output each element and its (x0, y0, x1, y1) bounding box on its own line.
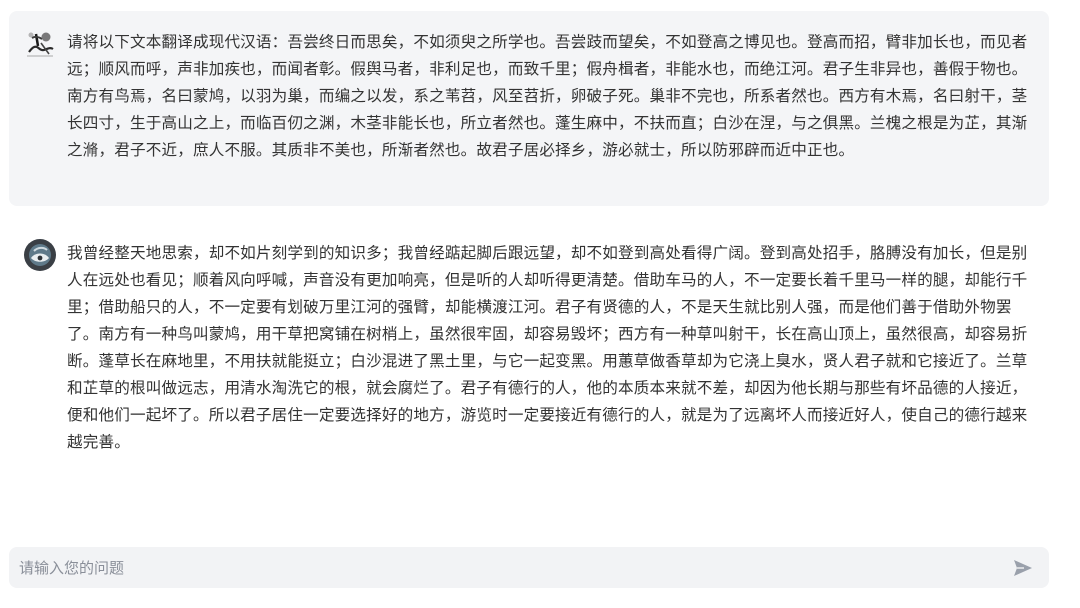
send-arrow-icon (1014, 559, 1032, 576)
assistant-message-text: 我曾经整天地思索，却不如片刻学到的知识多；我曾经踮起脚后跟远望，却不如登到高处看… (67, 244, 1028, 451)
question-input[interactable] (19, 549, 1009, 586)
assistant-logo-icon (23, 238, 57, 272)
user-message-text: 请将以下文本翻译成现代汉语：吾尝终日而思矣，不如须臾之所学也。吾尝跂而望矣，不如… (67, 33, 1028, 159)
ink-painting-avatar-icon (23, 27, 57, 61)
chat-composer (9, 547, 1049, 588)
user-message: 请将以下文本翻译成现代汉语：吾尝终日而思矣，不如须臾之所学也。吾尝跂而望矣，不如… (9, 11, 1049, 206)
send-button[interactable] (1009, 554, 1037, 582)
chat-app: 请将以下文本翻译成现代汉语：吾尝终日而思矣，不如须臾之所学也。吾尝跂而望矣，不如… (0, 0, 1080, 608)
assistant-message: 我曾经整天地思索，却不如片刻学到的知识多；我曾经踮起脚后跟远望，却不如登到高处看… (9, 226, 1049, 466)
